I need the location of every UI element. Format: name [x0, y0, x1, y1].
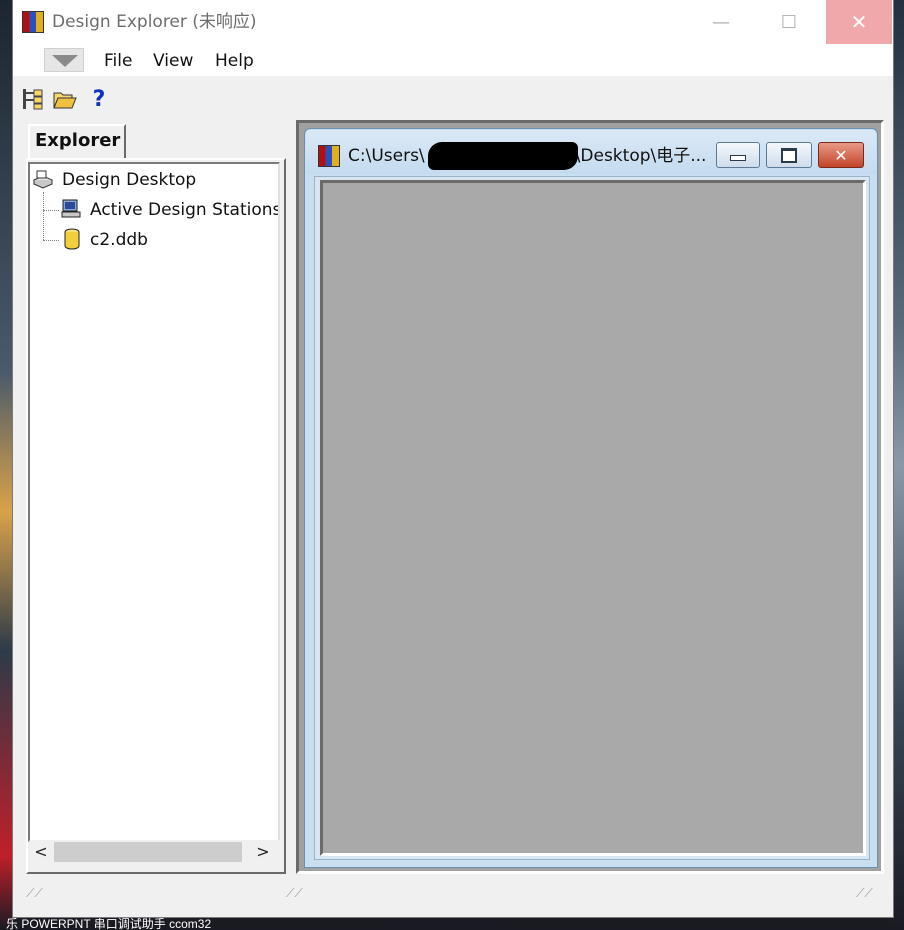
menu-file[interactable]: File	[104, 50, 132, 72]
toolbar	[13, 76, 893, 118]
help-icon[interactable]: ?	[86, 86, 112, 112]
taskbar[interactable]: 乐 POWERPNT 串口调试助手 ccom32	[0, 918, 904, 930]
scroll-thumb[interactable]	[54, 842, 242, 862]
status-grip-icon[interactable]: ⟋⟋	[856, 886, 878, 900]
desktop-icon	[32, 168, 54, 190]
database-icon	[62, 228, 84, 250]
system-menu-arrow-icon[interactable]	[44, 48, 84, 72]
menu-bar	[13, 44, 893, 76]
menu-view[interactable]: View	[153, 50, 193, 72]
app-icon	[22, 11, 44, 33]
tree-view-icon[interactable]	[20, 86, 46, 112]
window-title: Design Explorer (未响应)	[52, 12, 257, 32]
scroll-right-button[interactable]: >	[254, 843, 272, 861]
explorer-tree	[28, 162, 280, 842]
child-minimize-button[interactable]	[716, 142, 760, 168]
menu-help[interactable]: Help	[215, 50, 254, 72]
status-bar	[13, 878, 893, 916]
maximize-button[interactable]: ☐	[756, 0, 822, 44]
tree-item-c2-ddb[interactable]: c2.ddb	[90, 227, 278, 253]
child-restore-button[interactable]	[766, 142, 812, 168]
minimize-button[interactable]: —	[688, 0, 754, 44]
open-folder-icon[interactable]	[52, 86, 78, 112]
status-grip-icon: ⟋⟋	[286, 886, 303, 900]
tab-explorer[interactable]: Explorer	[28, 124, 126, 158]
workstation-icon	[60, 198, 82, 220]
tree-item-design-desktop[interactable]: Design Desktop	[62, 167, 282, 193]
status-grip-icon: ⟋⟋	[26, 886, 43, 900]
tree-item-active-design-stations[interactable]: Active Design Stations	[90, 197, 278, 223]
desktop-left-edge	[0, 0, 12, 930]
tree-connector	[43, 240, 59, 241]
close-button[interactable]: ✕	[826, 0, 892, 44]
tree-connector	[43, 210, 59, 211]
scroll-left-button[interactable]: <	[32, 843, 50, 861]
document-app-icon	[318, 145, 340, 167]
redaction-mark	[428, 142, 578, 170]
tree-connector	[43, 192, 44, 240]
desktop-right-edge	[894, 0, 904, 930]
child-client-area[interactable]	[320, 180, 866, 856]
child-close-button[interactable]: ✕	[818, 142, 864, 168]
